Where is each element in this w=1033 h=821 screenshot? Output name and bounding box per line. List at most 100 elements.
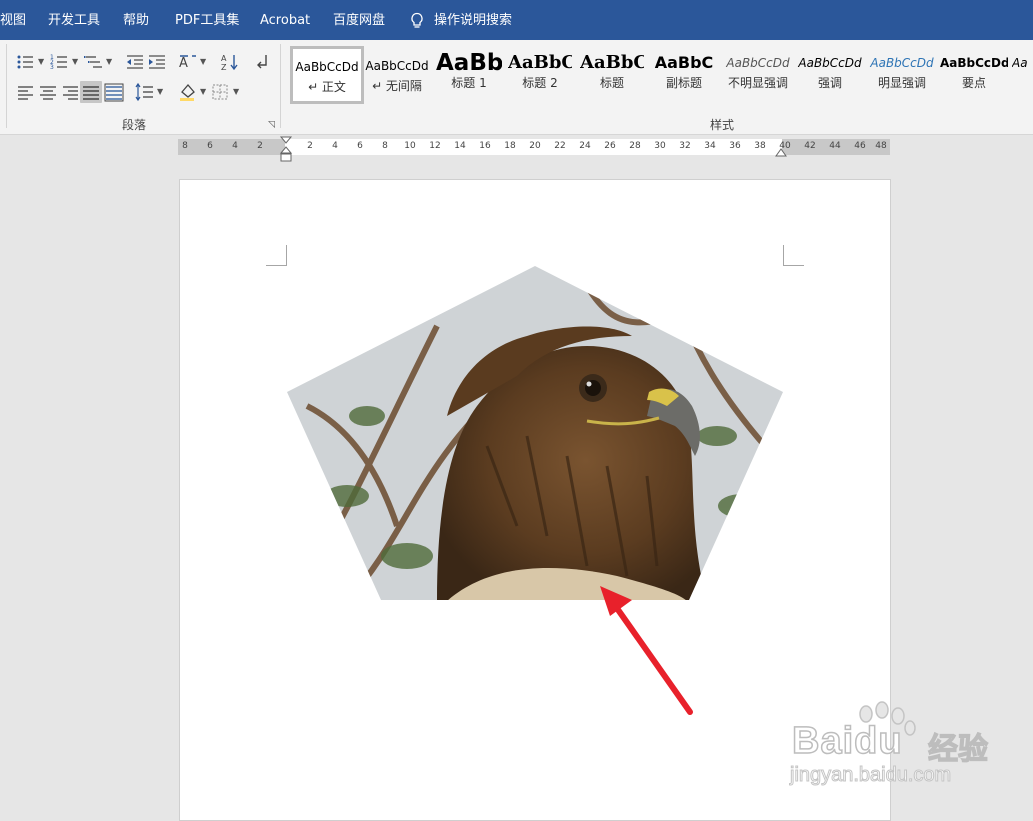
align-center-icon[interactable] (38, 82, 58, 102)
chinese-layout-icon[interactable]: A (178, 52, 198, 72)
ruler-tick: 12 (429, 141, 441, 151)
ruler-tick: 8 (182, 141, 188, 151)
style-name: 要点 (961, 76, 986, 90)
style-preview: AaBbCcDd (726, 56, 790, 70)
style-name: 标题 (599, 76, 624, 90)
ruler-tick: 24 (579, 141, 591, 151)
watermark-url: jingyan.baidu.com (789, 764, 952, 787)
chevron-down-icon[interactable]: ▼ (200, 57, 206, 66)
ruler-tick: 16 (479, 141, 491, 151)
ruler-tick: 42 (804, 141, 816, 151)
ruler-tick: 46 (854, 141, 866, 151)
ruler-tick: 18 (504, 141, 516, 151)
chevron-down-icon[interactable]: ▼ (233, 87, 239, 96)
ruler-tick: 22 (554, 141, 566, 151)
style-preview: AaBbCcDd (295, 60, 359, 74)
style-heading-2[interactable]: AaBbC 标题 2 (508, 49, 572, 99)
numbering-icon[interactable]: 123 (50, 52, 70, 72)
baidu-jingyan-watermark: Baidu 经验 jingyan.baidu.com (789, 700, 1030, 800)
chevron-down-icon[interactable]: ▼ (157, 87, 163, 96)
style-subtle-emphasis[interactable]: AaBbCcDd 不明显强调 (724, 49, 792, 99)
chevron-down-icon[interactable]: ▼ (38, 57, 44, 66)
style-name: 标题 1 (451, 76, 487, 90)
menu-view[interactable]: 视图 (0, 0, 26, 40)
ruler-tick: 6 (207, 141, 213, 151)
ruler-tick: 4 (332, 141, 338, 151)
ruler-tick: 10 (404, 141, 416, 151)
menu-help[interactable]: 帮助 (123, 0, 149, 40)
ruler-tick: 30 (654, 141, 666, 151)
style-emphasis[interactable]: AaBbCcDd 强调 (796, 49, 864, 99)
tell-me-search[interactable]: 操作说明搜索 (434, 0, 512, 40)
ruler-tick: 44 (829, 141, 841, 151)
ruler-tick: 34 (704, 141, 716, 151)
bullets-icon[interactable] (16, 52, 36, 72)
style-name: 强调 (817, 76, 842, 90)
chevron-down-icon[interactable]: ▼ (106, 57, 112, 66)
pentagon-eagle-image[interactable] (287, 266, 783, 601)
shading-icon[interactable] (178, 82, 198, 102)
show-formatting-marks-icon[interactable] (252, 52, 272, 72)
style-preview: AaBbCcDd (798, 56, 862, 70)
menu-baidu-netdisk[interactable]: 百度网盘 (333, 0, 385, 40)
style-more[interactable]: Aa (1012, 49, 1033, 99)
style-intense-emphasis[interactable]: AaBbCcDd 明显强调 (868, 49, 936, 99)
watermark-brand-cn: 经验 (927, 731, 988, 767)
right-indent-marker[interactable] (774, 146, 788, 158)
svg-text:Z: Z (221, 63, 227, 72)
style-no-spacing[interactable]: AaBbCcDd ↵ 无间隔 (363, 49, 431, 99)
style-name: ↵ 无间隔 (372, 79, 422, 93)
ruler-tick: 2 (257, 141, 263, 151)
ruler-tick: 4 (232, 141, 238, 151)
style-name: ↵ 正文 (308, 80, 346, 94)
style-heading-1[interactable]: AaBb 标题 1 (436, 49, 502, 99)
style-preview: AaBbC (654, 53, 714, 72)
dialog-launcher-icon[interactable]: ◹ (268, 120, 275, 130)
align-left-icon[interactable] (16, 82, 36, 102)
ruler-tick: 6 (357, 141, 363, 151)
ruler-tick: 32 (679, 141, 691, 151)
sort-icon[interactable]: AZ (220, 52, 240, 72)
style-title[interactable]: AaBbC 标题 (580, 49, 644, 99)
chevron-down-icon[interactable]: ▼ (72, 57, 78, 66)
menu-acrobat[interactable]: Acrobat (260, 0, 310, 40)
line-spacing-icon[interactable] (135, 82, 155, 102)
style-strong[interactable]: AaBbCcDd 要点 (940, 49, 1008, 99)
borders-icon[interactable] (210, 82, 230, 102)
style-name: 明显强调 (877, 76, 926, 90)
style-name: 标题 2 (522, 76, 558, 90)
lightbulb-icon[interactable] (409, 12, 425, 30)
style-normal[interactable]: AaBbCcDd ↵ 正文 (290, 46, 364, 104)
ruler-tick: 38 (754, 141, 766, 151)
distributed-icon[interactable] (104, 82, 124, 102)
margin-corner-mark (266, 245, 287, 266)
ruler-tick: 26 (604, 141, 616, 151)
chevron-down-icon[interactable]: ▼ (200, 87, 206, 96)
style-preview: AaBbC (580, 52, 644, 73)
ruler-tick: 28 (629, 141, 641, 151)
style-name: 不明显强调 (727, 76, 788, 90)
decrease-indent-icon[interactable] (125, 52, 145, 72)
style-subtitle[interactable]: AaBbC 副标题 (652, 49, 716, 99)
multilevel-list-icon[interactable] (84, 52, 104, 72)
increase-indent-icon[interactable] (147, 52, 167, 72)
first-line-indent-marker[interactable] (279, 136, 293, 164)
style-name: 副标题 (665, 76, 702, 90)
menu-bar: 视图 开发工具 帮助 PDF工具集 Acrobat 百度网盘 操作说明搜索 (0, 0, 1033, 40)
style-preview: AaBb (436, 50, 502, 75)
justify-icon[interactable] (80, 81, 102, 103)
ruler-tick: 2 (307, 141, 313, 151)
margin-corner-mark (783, 245, 804, 266)
style-preview: AaBbCcDd (870, 56, 934, 70)
style-preview: Aa (1012, 56, 1028, 70)
svg-text:3: 3 (50, 64, 54, 71)
menu-pdf-tools[interactable]: PDF工具集 (175, 0, 239, 40)
group-separator (6, 44, 7, 128)
style-preview: AaBbCcDd (365, 59, 429, 73)
styles-group-label: 样式 (710, 118, 735, 132)
menu-developer[interactable]: 开发工具 (48, 0, 100, 40)
ruler-tick: 14 (454, 141, 466, 151)
watermark-brand: Baidu (791, 719, 903, 763)
svg-text:A: A (179, 56, 188, 71)
align-right-icon[interactable] (60, 82, 80, 102)
